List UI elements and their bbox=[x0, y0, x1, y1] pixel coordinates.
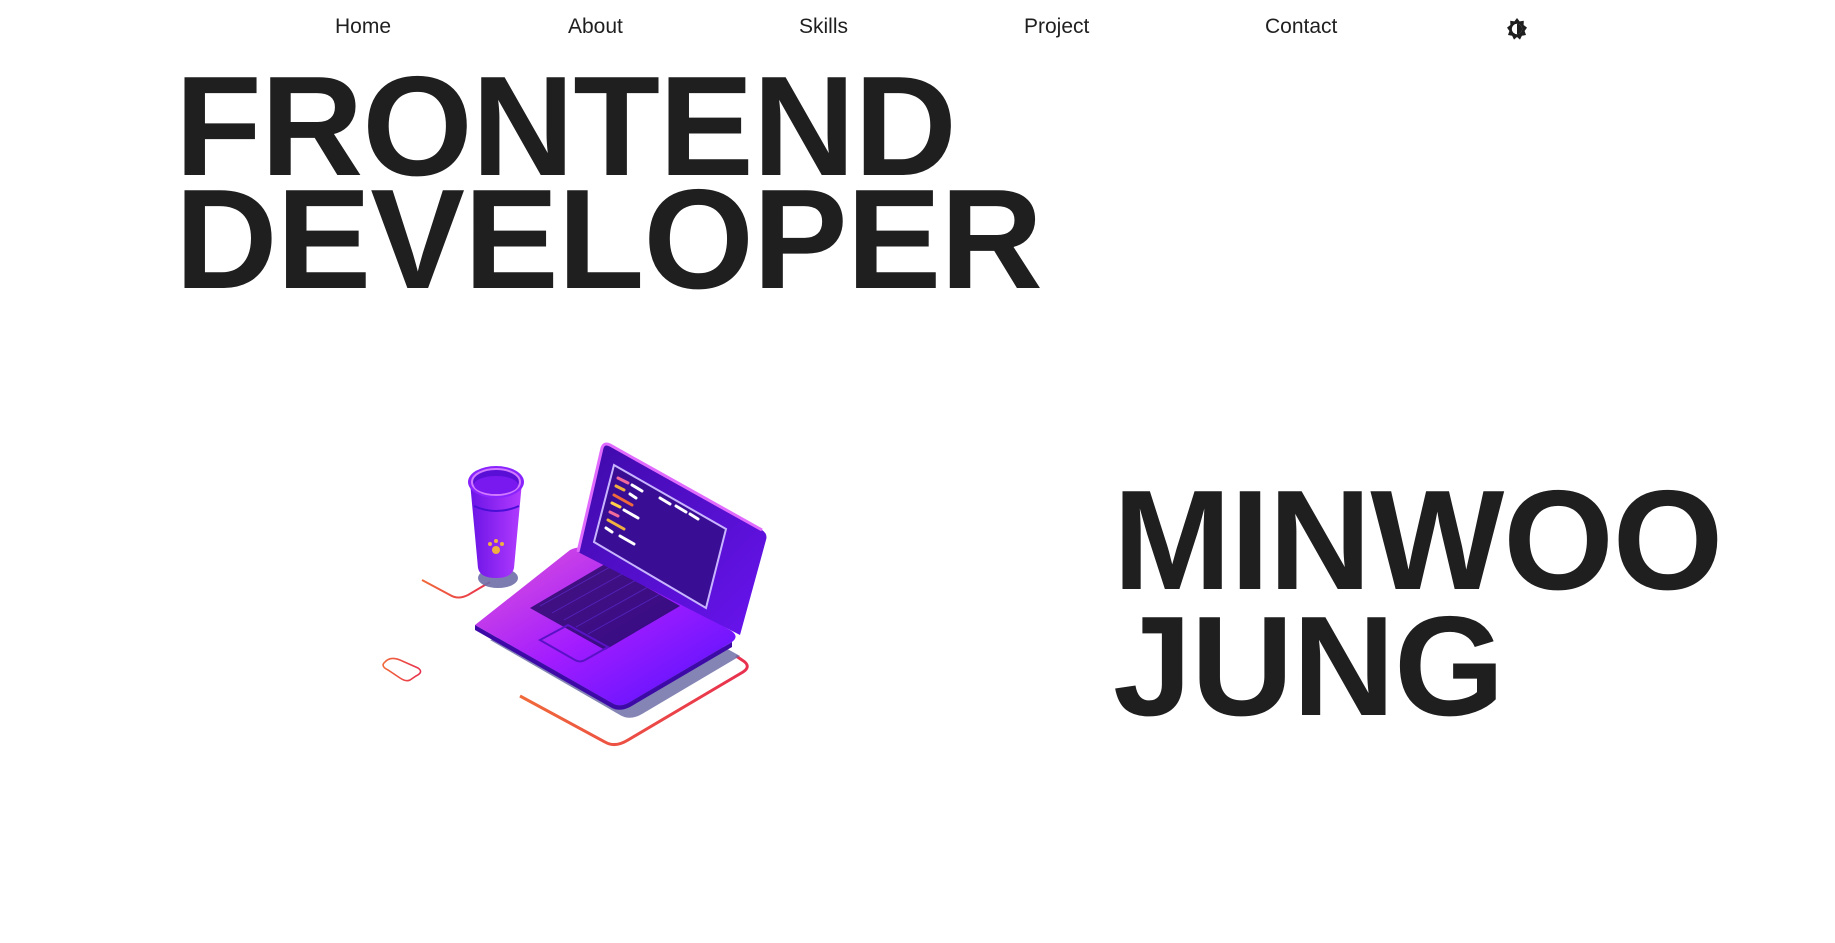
name-title: MINWOO JUNG bbox=[1113, 461, 1723, 746]
hero-title: FRONTEND DEVELOPER bbox=[175, 56, 1043, 319]
nav-project-link[interactable]: Project bbox=[1024, 14, 1089, 40]
hero-title-line2: DEVELOPER bbox=[175, 160, 1043, 319]
nav-skills-link[interactable]: Skills bbox=[799, 14, 848, 40]
name-title-line1: MINWOO bbox=[1113, 461, 1723, 620]
nav-contact-link[interactable]: Contact bbox=[1265, 14, 1337, 40]
nav-home-link[interactable]: Home bbox=[335, 14, 391, 40]
page: Home About Skills Project Contact FRONTE… bbox=[0, 0, 1835, 943]
laptop-coffee-illustration bbox=[382, 442, 767, 747]
nav-about-link[interactable]: About bbox=[568, 14, 623, 40]
theme-toggle-button[interactable] bbox=[1505, 17, 1529, 41]
name-title-line2: JUNG bbox=[1113, 587, 1505, 746]
brightness-icon bbox=[1507, 18, 1527, 40]
